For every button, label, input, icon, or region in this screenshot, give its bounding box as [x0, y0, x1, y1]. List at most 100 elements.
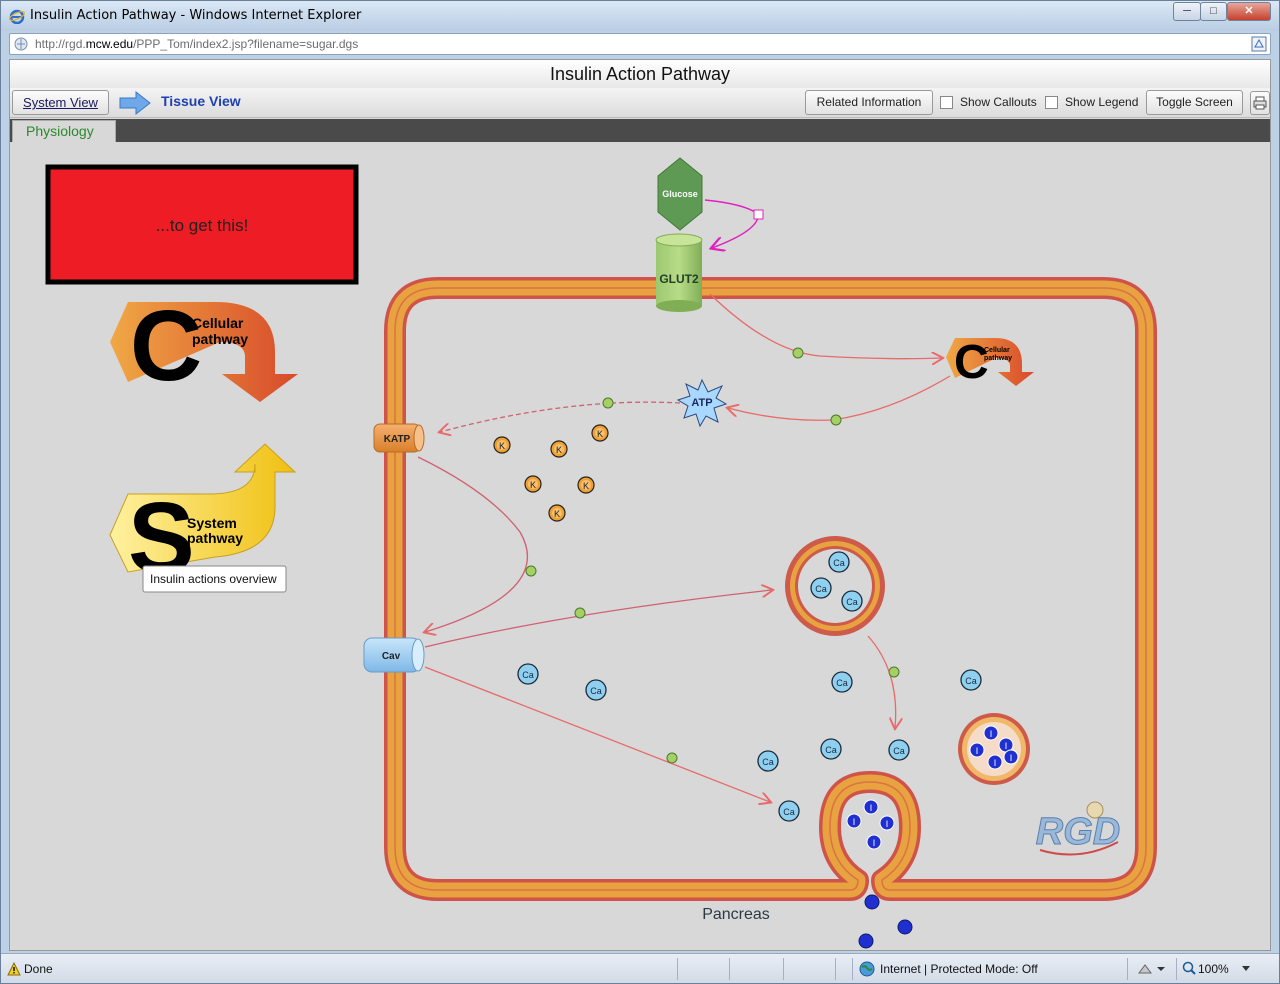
chevron-down-icon[interactable] — [1241, 965, 1251, 973]
svg-text:I: I — [886, 819, 889, 829]
calcium-ion: Ca — [757, 750, 779, 772]
svg-text:Ca: Ca — [836, 678, 848, 688]
svg-text:K: K — [499, 441, 505, 451]
toggle-screen-button[interactable]: Toggle Screen — [1146, 90, 1243, 115]
system-view-button[interactable]: System View — [12, 90, 109, 115]
app-toolbar: System View Tissue View Related Informat… — [10, 88, 1270, 118]
calcium-ion: Ca — [828, 551, 850, 573]
svg-text:Insulin actions overview: Insulin actions overview — [150, 572, 277, 586]
cellular-pathway-icon[interactable]: C Cellular pathway — [110, 290, 298, 402]
show-callouts-label[interactable]: Show Callouts — [960, 95, 1037, 109]
svg-text:Ca: Ca — [815, 584, 827, 594]
arrow-katp-to-cav — [417, 456, 529, 632]
calcium-ion: Ca — [960, 669, 982, 691]
zoom-icon — [1182, 961, 1196, 975]
insulin-molecule: I — [1003, 749, 1019, 765]
browser-window: Insulin Action Pathway - Windows Interne… — [0, 0, 1280, 984]
potassium-ion: K — [493, 436, 511, 454]
svg-text:pathway: pathway — [187, 530, 243, 546]
svg-text:K: K — [556, 445, 562, 455]
show-legend-checkbox[interactable] — [1045, 96, 1058, 109]
url-text[interactable]: http://rgd.mcw.edu/PPP_Tom/index2.jsp?fi… — [35, 37, 358, 51]
calcium-ion: Ca — [585, 679, 607, 701]
calcium-ion: Ca — [888, 739, 910, 761]
insulin-granule[interactable] — [958, 713, 1030, 785]
insulin-molecule: I — [987, 754, 1003, 770]
svg-text:I: I — [873, 838, 876, 848]
cell-membrane — [384, 277, 1157, 901]
compatibility-view-icon[interactable] — [1251, 36, 1267, 52]
print-button[interactable] — [1250, 91, 1270, 115]
address-bar[interactable]: http://rgd.mcw.edu/PPP_Tom/index2.jsp?fi… — [9, 33, 1271, 55]
glucose-node[interactable]: Glucose — [657, 157, 703, 231]
svg-text:I: I — [870, 803, 873, 813]
svg-text:ATP: ATP — [691, 397, 712, 409]
katp-channel[interactable]: KATP — [373, 423, 425, 453]
tab-physiology[interactable]: Physiology — [12, 120, 116, 142]
svg-text:KATP: KATP — [384, 434, 411, 445]
warning-icon — [7, 962, 21, 976]
security-zone-text[interactable]: Internet | Protected Mode: Off — [880, 962, 1038, 976]
minimize-button[interactable]: ─ — [1173, 2, 1201, 21]
tissue-label: Pancreas — [702, 906, 770, 923]
svg-text:I: I — [1005, 741, 1008, 751]
show-legend-label[interactable]: Show Legend — [1065, 95, 1138, 109]
transport-connector — [753, 209, 764, 220]
svg-text:Ca: Ca — [783, 807, 795, 817]
svg-text:Glucose: Glucose — [662, 189, 698, 199]
svg-text:Ca: Ca — [965, 676, 977, 686]
released-insulin — [858, 894, 913, 949]
pathway-diagram: ...to get this! C Cellular pathway S Sys… — [45, 157, 1157, 949]
calcium-ion: Ca — [517, 663, 539, 685]
close-button[interactable]: ✕ — [1227, 2, 1271, 21]
calcium-ion: Ca — [831, 671, 853, 693]
red-box-text: ...to get this! — [156, 216, 249, 235]
insulin-molecule: I — [983, 725, 999, 741]
tooltip: Insulin actions overview — [142, 565, 287, 593]
svg-text:C: C — [954, 336, 989, 389]
tissue-view-label: Tissue View — [161, 93, 241, 109]
calcium-ion: Ca — [820, 738, 842, 760]
glut2-node[interactable]: GLUT2 — [655, 233, 703, 312]
svg-text:K: K — [597, 429, 603, 439]
potassium-ion: K — [550, 440, 568, 458]
cav-channel[interactable]: Cav — [363, 637, 425, 673]
svg-text:K: K — [583, 481, 589, 491]
page-icon — [14, 37, 28, 51]
glucose-transport-arrow — [704, 199, 759, 248]
small-cellular-pathway-icon[interactable]: C Cellular pathway — [946, 336, 1034, 389]
svg-text:Ca: Ca — [893, 746, 905, 756]
show-callouts-checkbox[interactable] — [940, 96, 953, 109]
page-content: Insulin Action Pathway System View Tissu… — [9, 59, 1271, 951]
svg-text:K: K — [554, 509, 560, 519]
svg-text:Ca: Ca — [522, 670, 534, 680]
svg-text:System: System — [187, 515, 237, 531]
svg-text:Ca: Ca — [825, 745, 837, 755]
window-titlebar[interactable]: Insulin Action Pathway - Windows Interne… — [1, 1, 1279, 31]
svg-text:Ca: Ca — [833, 558, 845, 568]
atp-node[interactable]: ATP — [676, 378, 728, 428]
calcium-ion: Ca — [810, 577, 832, 599]
arrow-cellular-to-atp — [728, 375, 951, 421]
protected-mode-icon[interactable] — [1137, 961, 1165, 977]
svg-text:Cav: Cav — [382, 651, 401, 662]
red-callout-box[interactable]: ...to get this! — [45, 164, 359, 285]
related-information-button[interactable]: Related Information — [805, 90, 933, 115]
globe-icon — [859, 961, 875, 977]
rgd-logo: RGD — [1035, 801, 1121, 856]
arrow-right-icon — [119, 90, 151, 116]
svg-text:I: I — [976, 746, 979, 756]
svg-text:GLUT2: GLUT2 — [659, 272, 699, 286]
insulin-molecule: I — [879, 815, 895, 831]
svg-text:I: I — [990, 729, 993, 739]
svg-text:K: K — [530, 480, 536, 490]
arrow-er-to-vesicle — [867, 635, 896, 728]
svg-text:Cellular: Cellular — [192, 315, 244, 331]
maximize-button[interactable]: □ — [1200, 2, 1227, 21]
tab-bar: Physiology — [10, 119, 1270, 142]
svg-text:Ca: Ca — [590, 686, 602, 696]
calcium-store-organelle[interactable] — [785, 536, 885, 636]
zoom-level[interactable]: 100% — [1198, 962, 1229, 976]
potassium-ion: K — [591, 424, 609, 442]
svg-text:I: I — [1010, 753, 1013, 763]
